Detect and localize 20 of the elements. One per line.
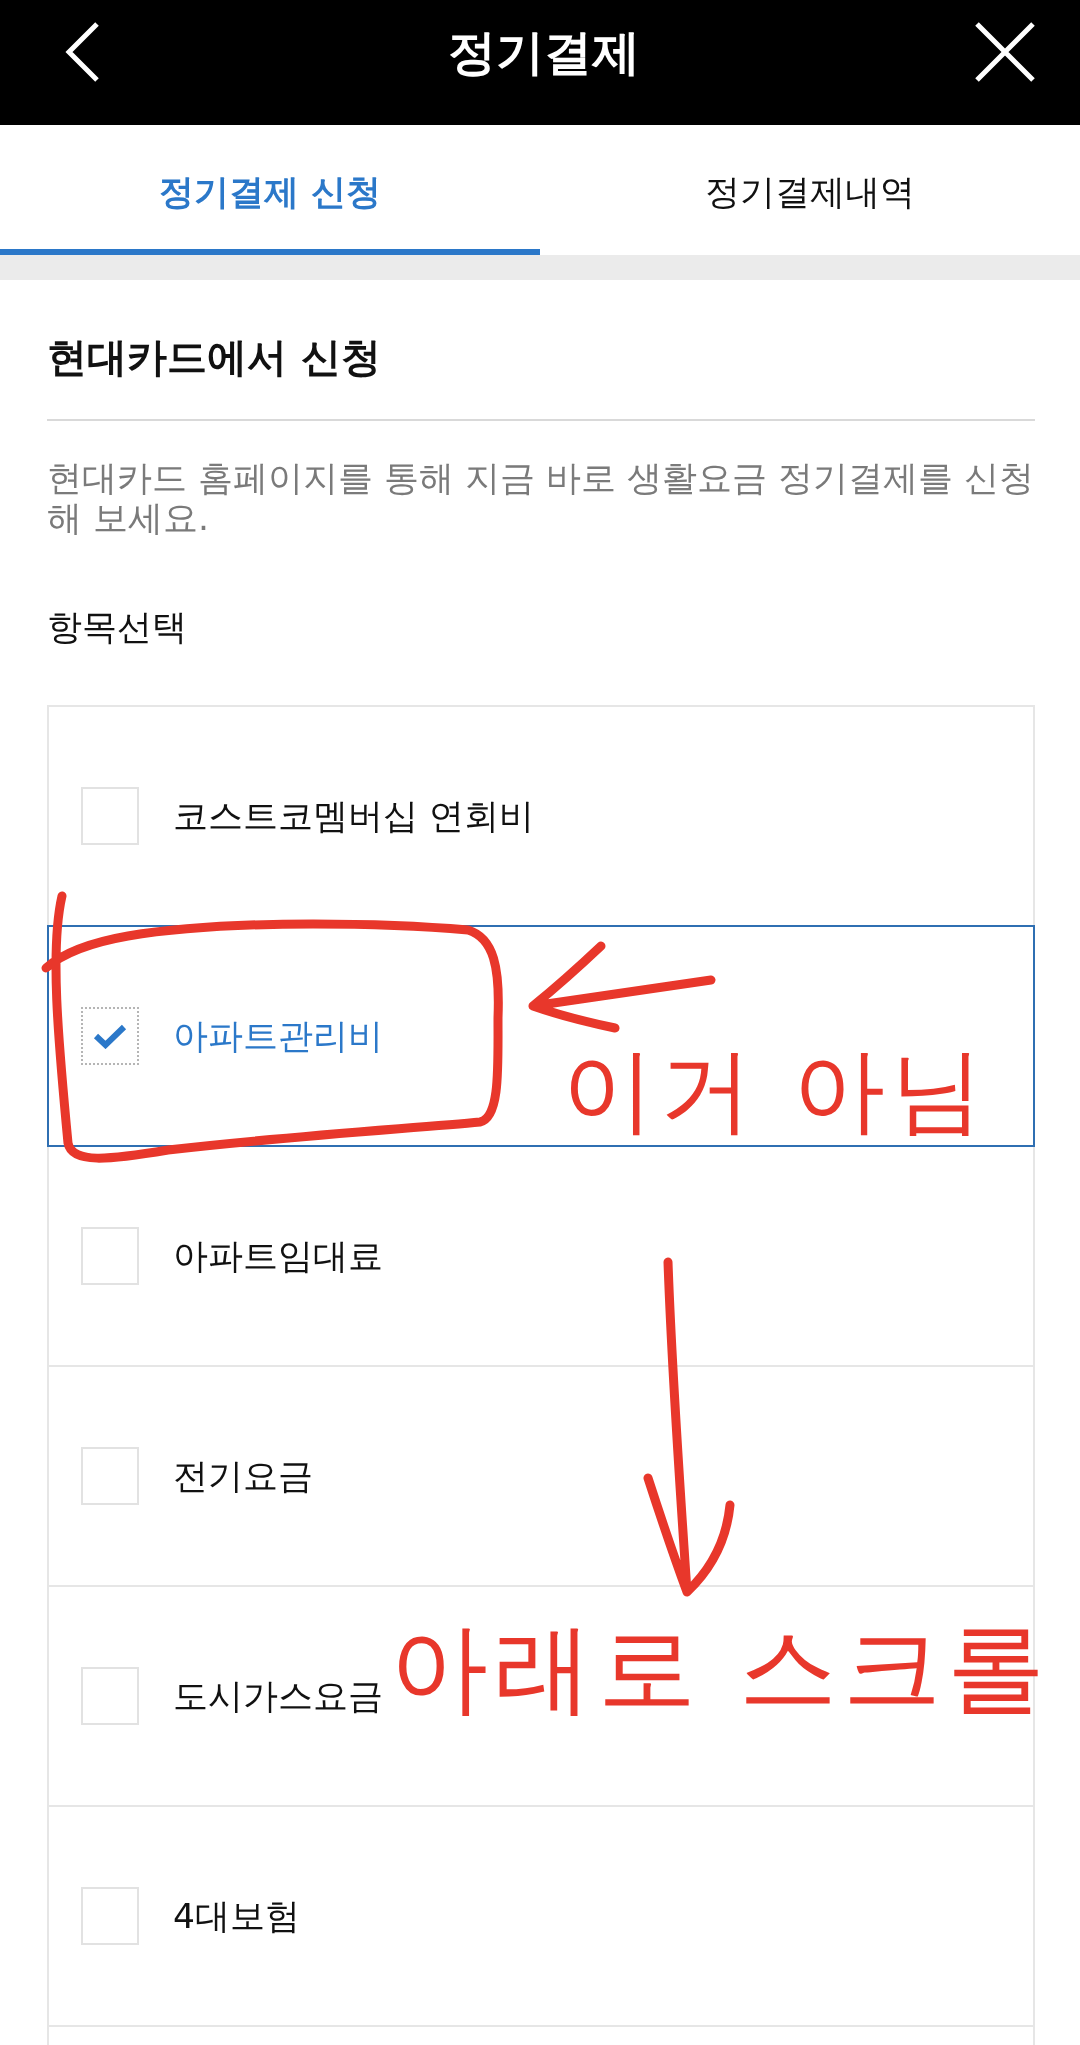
chevron-left-icon: [65, 20, 101, 83]
option-row[interactable]: 코스트코멤버십 연회비: [47, 705, 1035, 927]
option-row[interactable]: 4대보험: [47, 1805, 1035, 2027]
checkbox[interactable]: [81, 1007, 139, 1065]
check-icon: [93, 1023, 127, 1049]
option-label: 코스트코멤버십 연회비: [173, 795, 534, 838]
option-label: 아파트임대료: [173, 1235, 383, 1278]
handwritten-note: 이거 아님: [562, 1040, 990, 1142]
option-label: 4대보험: [173, 1895, 300, 1938]
description-text: 현대카드 홈페이지를 통해 지금 바로 생활요금 정기결제를 신청해 보세요.: [47, 458, 1035, 538]
option-label: 전기요금: [173, 1455, 313, 1498]
option-row[interactable]: 아파트관리비 이거 아님: [47, 925, 1035, 1147]
list-label: 항목선택: [47, 606, 188, 649]
option-row[interactable]: 아파트임대료: [47, 1145, 1035, 1367]
page-title: 정기결제: [447, 22, 641, 82]
section-title: 현대카드에서 신청: [47, 333, 382, 382]
option-label: 도시가스요금: [173, 1675, 383, 1718]
option-label: 아파트관리비: [173, 1015, 383, 1058]
option-row[interactable]: 전기요금: [47, 1365, 1035, 1587]
close-icon: [974, 20, 1036, 83]
